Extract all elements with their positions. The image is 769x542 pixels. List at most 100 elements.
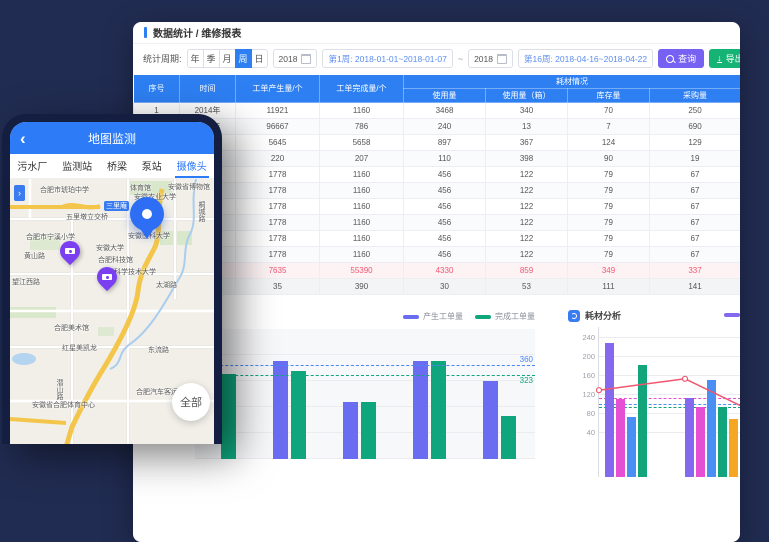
period-option-日[interactable]: 日 — [251, 49, 268, 68]
breadcrumb-text: 数据统计 / 维修报表 — [153, 25, 241, 40]
col-header-3: 工单完成量/个 — [320, 75, 404, 103]
legend-item: 产生工单量 — [403, 311, 463, 322]
phone-tab-污水厂[interactable]: 污水厂 — [15, 154, 49, 178]
selected-location-marker[interactable] — [130, 197, 164, 231]
y-tick-120: 120 — [571, 390, 595, 399]
average-row: 平均值353903053111141 — [134, 279, 741, 295]
expand-icon[interactable]: › — [14, 185, 25, 201]
period-option-季[interactable]: 季 — [203, 49, 220, 68]
phone-tab-摄像头[interactable]: 摄像头 — [175, 154, 209, 178]
phone-tab-桥梁[interactable]: 桥梁 — [105, 154, 129, 178]
map-label: 黄山路 — [24, 251, 45, 261]
workorder-chart-plot: 360 323 — [195, 329, 535, 459]
report-table-header: 序号时间工单产生量/个工单完成量/个耗材情况使用量使用量（箱）库存量采购量 — [134, 75, 741, 103]
consumables-chart-title: 耗材分析 — [568, 309, 621, 322]
trend-line — [599, 327, 740, 477]
map-label: 安徽大学 — [96, 243, 124, 253]
charts-row: 产生工单量完成工单量 360323 耗材分析 2402001601208040 — [133, 301, 740, 471]
table-row: 12014年119211160346834070250 — [134, 103, 741, 119]
consumables-chart: 耗材分析 2402001601208040 — [562, 301, 740, 471]
table-row: 92018年177811604561227967 — [134, 231, 741, 247]
legend-item: 完成工单量 — [475, 311, 535, 322]
breadcrumb: 数据统计 / 维修报表 — [133, 22, 740, 44]
phone-page-title: 地图监测 — [88, 130, 136, 147]
map-label: 东流路 — [148, 345, 169, 355]
report-table-body: 12014年11921116034683407025022015年9666778… — [134, 103, 741, 263]
phone-tab-泵站[interactable]: 泵站 — [140, 154, 164, 178]
map-label: 五里墩立交桥 — [66, 212, 108, 222]
week-to-value: 第16周: 2018-04-16~2018-04-22 — [524, 53, 647, 65]
calendar-icon — [301, 54, 311, 64]
group-header: 耗材情况 — [404, 75, 741, 89]
y-tick-40: 40 — [571, 428, 595, 437]
year-to-select[interactable]: 2018 — [468, 49, 513, 68]
table-row: 102018年177811604561227967 — [134, 247, 741, 263]
map-label: 太湖路 — [156, 280, 177, 290]
range-separator: ~ — [458, 54, 463, 64]
week-from-input[interactable]: 第1周: 2018-01-01~2018-01-07 — [322, 49, 452, 68]
map[interactable]: 合肥市琥珀中学体育馆安徽农业大学安徽省博物馆桐城路三里庵五里墩立交桥合肥市宁溪小… — [10, 179, 214, 444]
period-label: 统计周期: — [143, 52, 182, 65]
period-segmented-control: 年季月周日 — [187, 49, 268, 68]
year-from-value: 2018 — [279, 54, 298, 64]
period-option-月[interactable]: 月 — [219, 49, 236, 68]
y-tick-200: 200 — [571, 352, 595, 361]
reference-label-323: 323 — [520, 376, 533, 385]
map-label: 潜山路 — [54, 379, 64, 400]
camera-icon — [65, 248, 75, 254]
table-row: 82018年177811604561227967 — [134, 215, 741, 231]
map-label: 三里庵 — [104, 201, 129, 211]
bar-完成工单量-2 — [361, 402, 376, 459]
pie-chart-icon — [568, 310, 580, 322]
table-row: 32016年56455658897367124129 — [134, 135, 741, 151]
y-tick-160: 160 — [571, 371, 595, 380]
all-button[interactable]: 全部 — [172, 383, 210, 421]
period-option-年[interactable]: 年 — [187, 49, 204, 68]
bar-完成工单量-1 — [291, 371, 306, 459]
period-option-周[interactable]: 周 — [235, 49, 252, 68]
consumables-chart-plot: 2402001601208040 — [598, 327, 740, 477]
export-excel-button[interactable]: ↓ 导出Excel — [709, 49, 740, 68]
workorder-chart: 产生工单量 完成工单量 360 323 — [183, 301, 545, 471]
bar-完成工单量-0 — [221, 374, 236, 459]
table-row: 72018年177811604561227967 — [134, 199, 741, 215]
table-row: 42017年2202071103989019 — [134, 151, 741, 167]
calendar-icon — [497, 54, 507, 64]
col-header-0: 序号 — [134, 75, 180, 103]
phone-tab-bar: 污水厂监测站桥梁泵站摄像头 — [10, 154, 214, 179]
search-icon — [666, 55, 674, 63]
map-label: 合肥美术馆 — [54, 323, 89, 333]
phone-tab-监测站[interactable]: 监测站 — [60, 154, 94, 178]
map-label: 合肥市琥珀中学 — [40, 185, 89, 195]
sub-col-header-2: 库存量 — [568, 89, 650, 103]
download-icon: ↓ — [717, 54, 722, 63]
week-to-input[interactable]: 第16周: 2018-04-16~2018-04-22 — [518, 49, 653, 68]
phone-mockup: ‹ 地图监测 污水厂监测站桥梁泵站摄像头 — [2, 114, 222, 444]
map-label: 安徽省博物馆 — [168, 182, 210, 192]
map-label: 桐城路 — [196, 201, 206, 222]
back-icon[interactable]: ‹ — [20, 130, 26, 147]
dashboard-panel: 数据统计 / 维修报表 统计周期: 年季月周日 2018 第1周: 2018-0… — [133, 22, 740, 542]
year-to-value: 2018 — [474, 54, 493, 64]
page-background: 数据统计 / 维修报表 统计周期: 年季月周日 2018 第1周: 2018-0… — [0, 0, 769, 420]
map-label: 安徽省合肥体育中心 — [32, 400, 95, 410]
map-label: 红星美凯龙 — [62, 343, 97, 353]
query-button[interactable]: 查询 — [658, 49, 704, 68]
bar-产生工单量-2 — [343, 402, 358, 459]
y-tick-80: 80 — [571, 409, 595, 418]
consumables-legend-swatch — [724, 313, 740, 317]
sub-col-header-3: 采购量 — [650, 89, 741, 103]
filter-bar: 统计周期: 年季月周日 2018 第1周: 2018-01-01~2018-01… — [133, 44, 740, 73]
bar-完成工单量-4 — [501, 416, 516, 459]
sub-col-header-1: 使用量（箱） — [486, 89, 568, 103]
phone-screen: ‹ 地图监测 污水厂监测站桥梁泵站摄像头 — [10, 122, 214, 444]
year-from-select[interactable]: 2018 — [273, 49, 318, 68]
camera-icon — [102, 274, 112, 280]
map-label: 合肥科技馆 — [98, 255, 133, 265]
breadcrumb-accent-bar — [144, 27, 147, 38]
report-table-footer: 合计7635553904330859349337平均值3539030531111… — [134, 263, 741, 295]
legend-swatch — [403, 315, 419, 319]
table-row: 62018年177811604561227967 — [134, 183, 741, 199]
reference-label-360: 360 — [520, 355, 533, 364]
table-row: 52018年177811604561227967 — [134, 167, 741, 183]
